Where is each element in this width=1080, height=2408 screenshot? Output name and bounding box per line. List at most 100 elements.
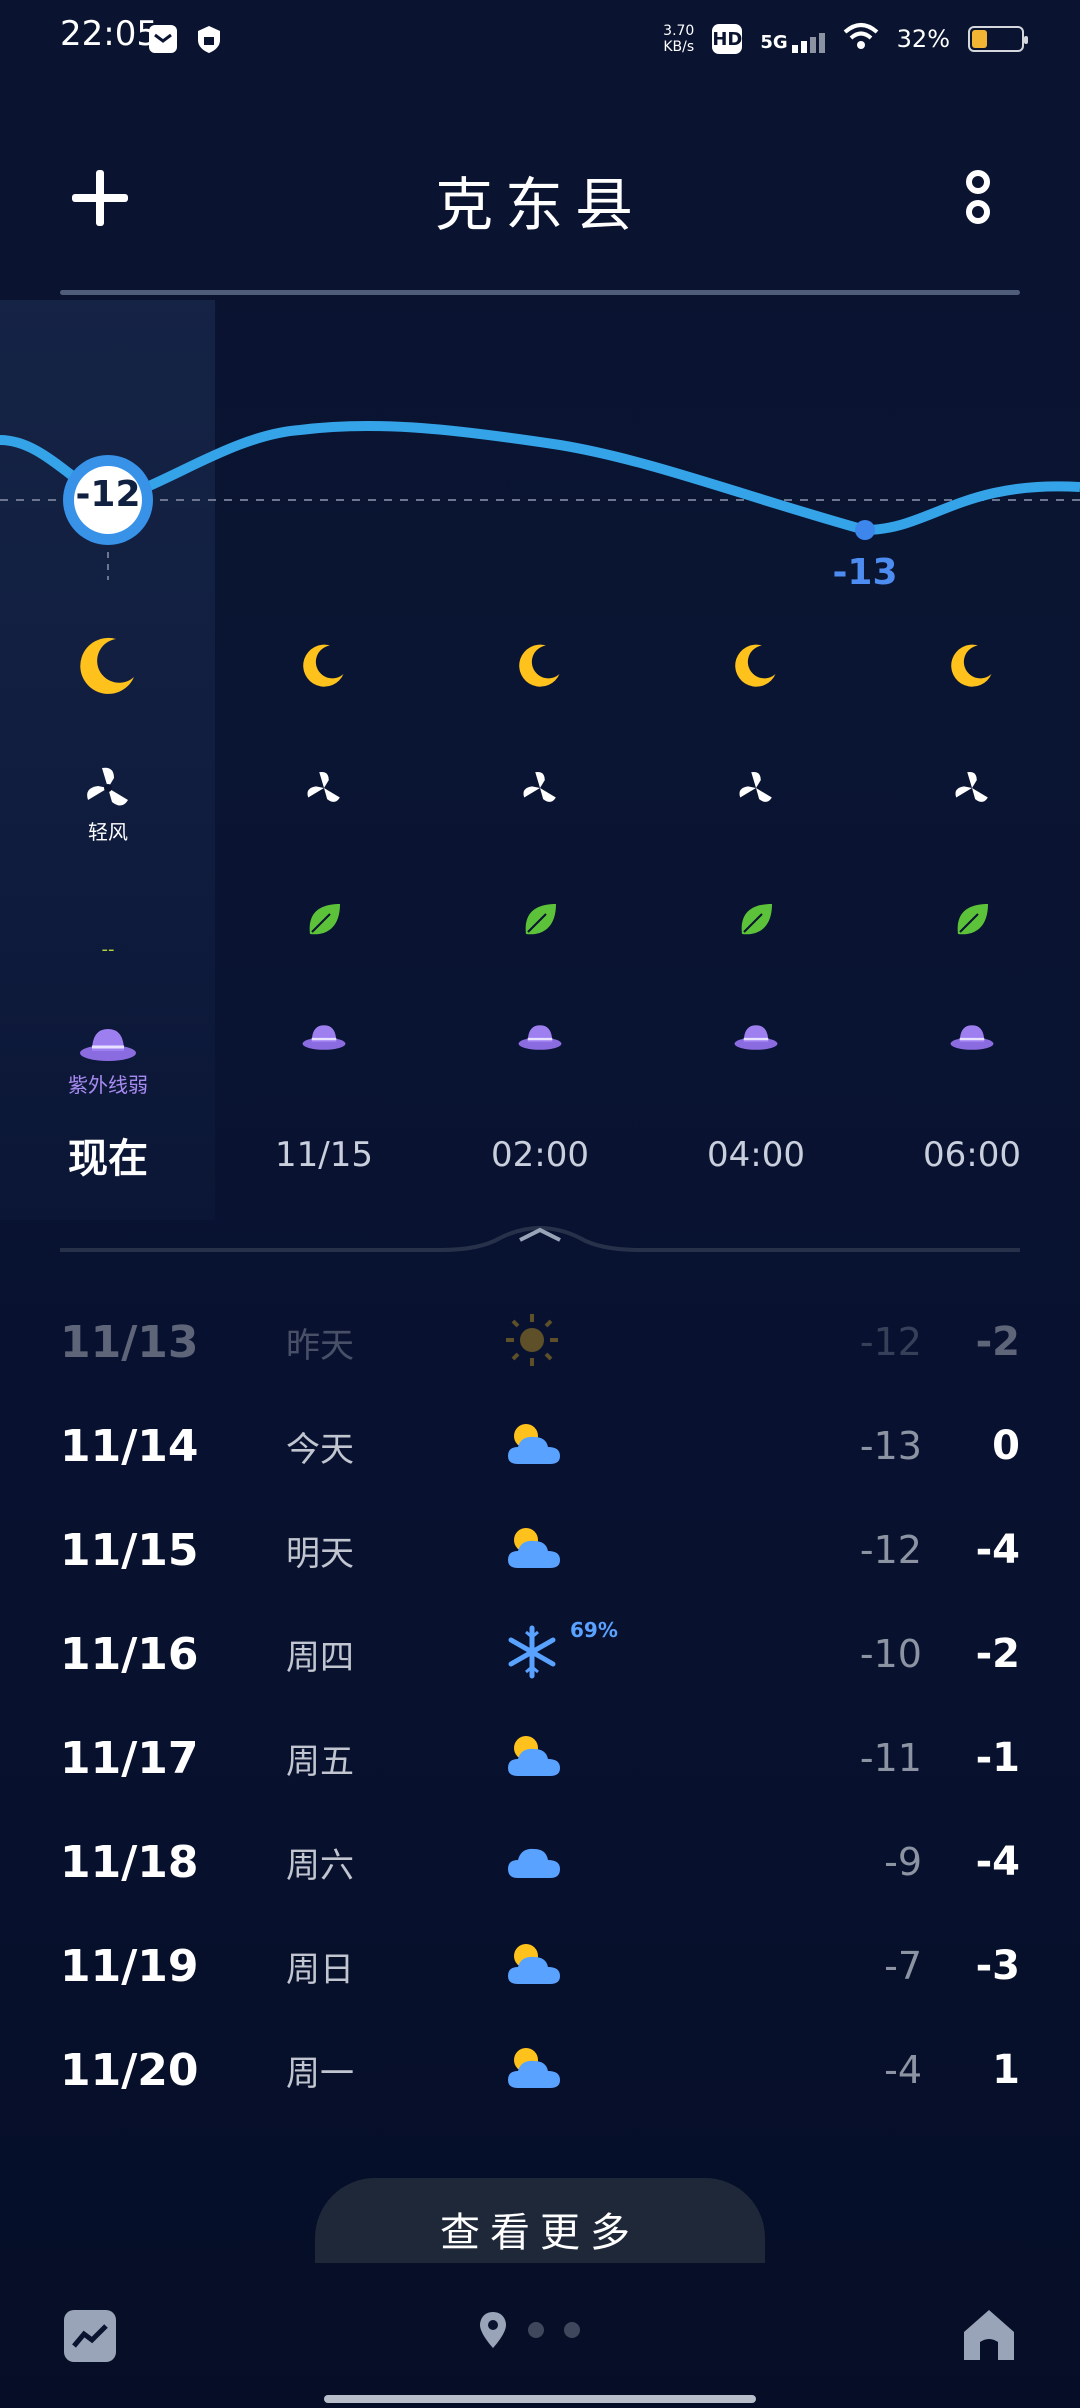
aqi-now-label: --: [101, 939, 115, 960]
page-indicator: [478, 2310, 580, 2350]
temp-curve: [0, 420, 1080, 536]
daily-day-name: 明天: [286, 1533, 354, 1574]
hour-aqi-cell: [216, 880, 432, 960]
leaf-icon: [525, 904, 556, 935]
gesture-bar: [324, 2395, 756, 2403]
hour-time-label: 06:00: [923, 1135, 1021, 1175]
sun-icon: [506, 1314, 558, 1366]
fan-icon: [523, 771, 556, 802]
daily-high: -4: [975, 1839, 1020, 1885]
lock-shield-icon: [196, 24, 222, 58]
daily-date: 11/14: [60, 1420, 199, 1472]
signal-group: 5G: [760, 25, 825, 53]
hour-uv-cell: [864, 1010, 1080, 1110]
daily-high: 0: [992, 1423, 1020, 1469]
partly-cloudy-icon: [508, 1424, 560, 1464]
daily-date: 11/15: [60, 1524, 199, 1576]
hour-wind-cell: [216, 760, 432, 850]
battery-percent: 32%: [896, 25, 950, 53]
page-dot: [564, 2322, 580, 2338]
daily-row[interactable]: 11/20 周一 -4 1: [60, 2018, 1020, 2122]
daily-row[interactable]: 11/14 今天 -13 0: [60, 1394, 1020, 1498]
leaf-icon: [957, 904, 988, 935]
hourly-aqi-row: --: [0, 880, 1080, 960]
daily-high: 1: [992, 2047, 1020, 2093]
net-speed-unit: KB/s: [663, 39, 695, 55]
daily-weather-icon: [504, 2040, 614, 2100]
min-point: [855, 520, 875, 540]
daily-high: -3: [975, 1943, 1020, 1989]
daily-row[interactable]: 11/16 周四 69% -10 -2: [60, 1602, 1020, 1706]
home-icon: [964, 2310, 1014, 2360]
status-bar: 22:05 3.70 KB/s HD 5G 32%: [0, 0, 1080, 80]
precip-chance: 69%: [570, 1618, 618, 1642]
partly-cloudy-icon: [508, 2048, 560, 2088]
daily-weather-icon: [504, 1832, 614, 1892]
hat-icon: [302, 1025, 346, 1050]
hour-weather-cell: [0, 625, 216, 705]
hat-icon: [950, 1025, 994, 1050]
daily-weather-icon: [504, 1936, 614, 1996]
hour-time-label: 02:00: [491, 1135, 589, 1175]
hour-wind-cell: 轻风: [0, 760, 216, 850]
daily-row[interactable]: 11/15 明天 -12 -4: [60, 1498, 1020, 1602]
hourly-temp-chart: [0, 420, 1080, 580]
hd-icon: HD: [712, 24, 742, 54]
daily-row[interactable]: 11/13 昨天 -12 -2: [60, 1290, 1020, 1394]
daily-day-name: 今天: [286, 1429, 354, 1470]
hour-uv-cell: [648, 1010, 864, 1110]
hourly-uv-row: 紫外线弱: [0, 1010, 1080, 1110]
daily-date: 11/20: [60, 2044, 199, 2096]
collapse-handle[interactable]: [60, 1210, 1020, 1260]
hour-wind-cell: [864, 760, 1080, 850]
daily-day-name: 周日: [286, 1949, 354, 1990]
see-more-button[interactable]: 查看更多: [315, 2178, 765, 2263]
hour-weather-cell: [216, 625, 432, 705]
partly-cloudy-icon: [508, 1528, 560, 1568]
hour-uv-cell: [432, 1010, 648, 1110]
daily-high: -2: [975, 1631, 1020, 1677]
home-button[interactable]: [960, 2306, 1018, 2368]
status-time: 22:05: [60, 14, 158, 54]
daily-row[interactable]: 11/19 周日 -7 -3: [60, 1914, 1020, 2018]
daily-weather-icon: [504, 1520, 614, 1580]
hour-time-label: 04:00: [707, 1135, 805, 1175]
city-title: 克东县: [434, 171, 645, 239]
daily-low: -10: [859, 1632, 922, 1676]
uv-now-label: 紫外线弱: [68, 1072, 148, 1097]
daily-row[interactable]: 11/18 周六 -9 -4: [60, 1810, 1020, 1914]
hat-icon: [734, 1025, 778, 1050]
temp-now-label: -12: [75, 474, 141, 515]
daily-day-name: 周五: [286, 1741, 354, 1782]
daily-high: -2: [975, 1319, 1020, 1365]
hourly-wind-row: 轻风: [0, 760, 1080, 850]
battery-icon: [968, 26, 1028, 52]
more-menu-button[interactable]: [958, 170, 998, 234]
hour-weather-cell: [648, 625, 864, 705]
daily-low: -11: [859, 1736, 922, 1780]
moon-icon: [951, 644, 992, 687]
moon-icon: [303, 644, 344, 687]
daily-row[interactable]: 11/17 周五 -11 -1: [60, 1706, 1020, 1810]
daily-weather-icon: [504, 1312, 614, 1372]
fan-icon: [87, 767, 128, 806]
page-dot: [528, 2322, 544, 2338]
hour-aqi-cell: [432, 880, 648, 960]
daily-day-name: 周一: [286, 2053, 354, 2094]
daily-low: -7: [884, 1944, 922, 1988]
moon-icon: [519, 644, 560, 687]
daily-low: -4: [884, 2048, 922, 2092]
hour-wind-cell: [648, 760, 864, 850]
hat-icon: [518, 1025, 562, 1050]
daily-date: 11/17: [60, 1732, 199, 1784]
daily-weather-icon: [504, 1416, 614, 1476]
hour-weather-cell: [432, 625, 648, 705]
trend-chart-button[interactable]: [62, 2308, 118, 2368]
hour-wind-cell: [432, 760, 648, 850]
daily-high: -1: [975, 1735, 1020, 1781]
wind-now-label: 轻风: [88, 819, 128, 844]
daily-weather-icon: [504, 1728, 614, 1788]
leaf-icon: [741, 904, 772, 935]
snow-icon: [508, 1625, 556, 1679]
daily-low: -12: [859, 1320, 922, 1364]
